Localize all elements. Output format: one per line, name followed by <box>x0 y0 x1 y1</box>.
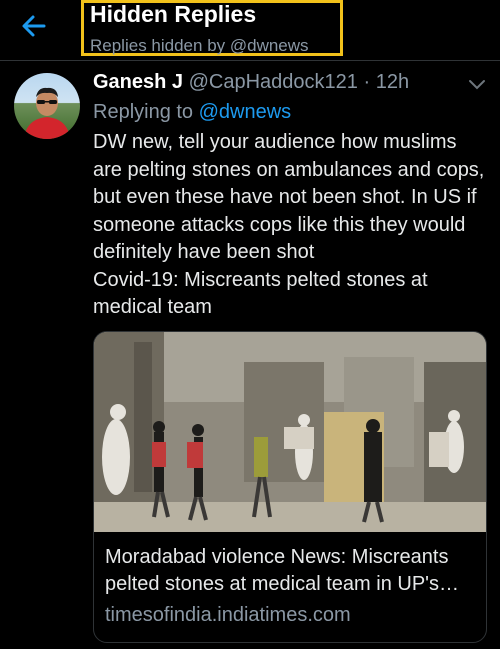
chevron-down-icon[interactable] <box>468 79 486 91</box>
tweet-body: DW new, tell your audience how muslims a… <box>93 129 485 322</box>
card-text: Moradabad violence News: Miscreants pelt… <box>105 544 477 627</box>
link-card[interactable]: Moradabad violence News: Miscreants pelt… <box>93 331 487 643</box>
replying-to: Replying to @dwnews <box>93 101 291 124</box>
title-highlight-box: Hidden Replies Replies hidden by @dwnews <box>81 0 343 56</box>
page-title: Hidden Replies <box>90 1 257 27</box>
meta-separator: · <box>363 71 371 93</box>
tweet-text-line: DW new, tell your audience how muslims a… <box>93 131 485 263</box>
tweet-meta: Ganesh J @CapHaddock121 · 12h <box>93 71 483 97</box>
author-name[interactable]: Ganesh J <box>93 71 183 93</box>
replying-to-link[interactable]: @dwnews <box>199 101 292 123</box>
card-image <box>94 332 486 532</box>
page-subtitle: Replies hidden by @dwnews <box>90 36 309 55</box>
tweet-time[interactable]: 12h <box>376 71 409 93</box>
replying-prefix: Replying to <box>93 101 194 123</box>
tweet[interactable]: Ganesh J @CapHaddock121 · 12h Replying t… <box>0 61 500 649</box>
top-bar: Hidden Replies Replies hidden by @dwnews <box>0 0 500 61</box>
avatar[interactable] <box>14 73 80 139</box>
arrow-left-icon[interactable] <box>18 10 50 42</box>
author-handle[interactable]: @CapHaddock121 <box>189 71 358 93</box>
card-domain: timesofindia.indiatimes.com <box>105 604 351 626</box>
card-title[interactable]: Moradabad violence News: Miscreants pelt… <box>105 544 477 598</box>
avatar-photo <box>24 87 70 139</box>
tweet-text-line: Covid-19: Miscreants pelted stones at me… <box>93 268 428 319</box>
